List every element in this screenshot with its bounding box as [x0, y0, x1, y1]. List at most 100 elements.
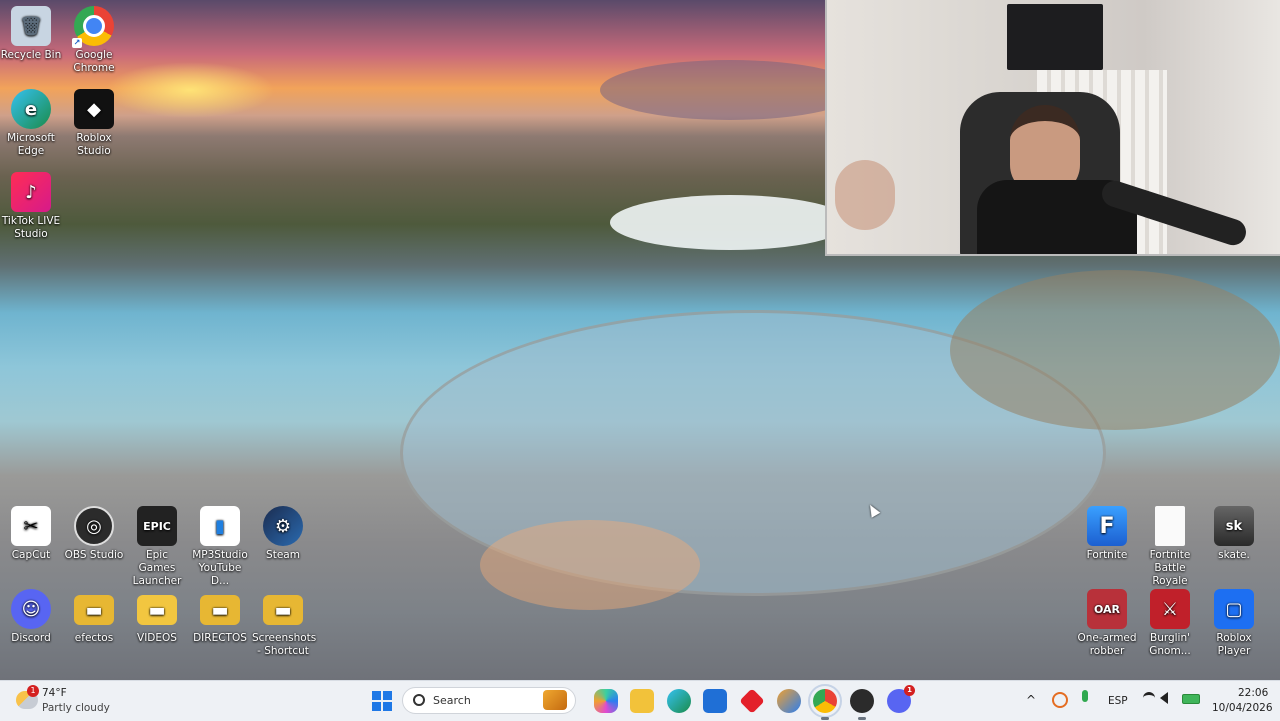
- widgets-icon: [543, 690, 567, 710]
- desktop-icon-google-chrome[interactable]: ↗ Google Chrome: [63, 6, 125, 75]
- tv-screen: [1007, 4, 1103, 70]
- icon-label: Epic Games Launcher: [132, 549, 182, 587]
- discord-icon: ☺: [11, 589, 51, 629]
- icon-label: Fortnite: [1086, 549, 1128, 561]
- search-icon: [413, 694, 425, 706]
- mp3studio-icon: ▮: [200, 506, 240, 546]
- desktop-icon-fortnite-battle-royale[interactable]: Fortnite Battle Royale: [1139, 506, 1201, 588]
- capcut-icon: ✂: [11, 506, 51, 546]
- file-icon: [1155, 506, 1185, 546]
- terrace-shape: [610, 195, 850, 250]
- icon-label: Discord: [11, 632, 51, 644]
- icon-label: CapCut: [11, 549, 51, 561]
- desktop-icon-capcut[interactable]: ✂ CapCut: [0, 506, 62, 562]
- wifi-icon[interactable]: [1143, 692, 1155, 703]
- desktop-icon-obs-studio[interactable]: ◎ OBS Studio: [63, 506, 125, 562]
- icon-label: DIRECTOS: [193, 632, 247, 644]
- desktop-icon-roblox-studio[interactable]: ◆ Roblox Studio: [63, 89, 125, 158]
- icon-label: VIDEOS: [137, 632, 177, 644]
- desktop-icon-roblox-player[interactable]: ▢ Roblox Player: [1203, 589, 1265, 658]
- discord-badge: 1: [904, 685, 915, 696]
- windows-logo-icon: [372, 691, 392, 711]
- icon-label: TikTok LIVE Studio: [1, 215, 61, 240]
- icon-label: Steam: [266, 549, 300, 561]
- icon-label: Recycle Bin: [0, 49, 62, 61]
- edge-icon: e: [11, 89, 51, 129]
- microsoft-store-button[interactable]: [703, 689, 727, 713]
- show-hidden-icons-button[interactable]: ^: [1026, 693, 1036, 707]
- icon-label: Burglin' Gnom...: [1149, 632, 1191, 657]
- desktop-icon-burglin-gnomes[interactable]: ⚔ Burglin' Gnom...: [1139, 589, 1201, 658]
- copilot-button[interactable]: [594, 689, 618, 713]
- desktop-icon-videos[interactable]: ▬ VIDEOS: [126, 589, 188, 645]
- desktop-icon-epic-games-launcher[interactable]: EPIC Epic Games Launcher: [126, 506, 188, 588]
- icon-label: Roblox Studio: [76, 132, 112, 157]
- icon-label: Roblox Player: [1216, 632, 1252, 657]
- desktop-icon-fortnite[interactable]: F Fortnite: [1076, 506, 1138, 562]
- weather-badge: 1: [27, 685, 39, 697]
- file-explorer-button[interactable]: [630, 689, 654, 713]
- webcam-overlay: [825, 0, 1280, 256]
- raised-hand: [835, 160, 895, 230]
- icon-label: Screenshots - Shortcut: [252, 632, 317, 657]
- desktop-icon-one-armed-robber[interactable]: OAR One-armed robber: [1076, 589, 1138, 658]
- taskbar: 1 74°F Partly cloudy Search 1 ^ ESP 22:0…: [0, 680, 1280, 721]
- mountain-shape: [600, 60, 860, 120]
- steam-icon: ⚙: [263, 506, 303, 546]
- discord-taskbar-button[interactable]: 1: [887, 685, 915, 713]
- icon-label: Fortnite Battle Royale: [1149, 549, 1191, 587]
- icon-label: One-armed robber: [1077, 632, 1137, 657]
- icon-label: Google Chrome: [73, 49, 115, 74]
- desktop-icon-efectos[interactable]: ▬ efectos: [63, 589, 125, 645]
- roblox-studio-icon: ◆: [74, 89, 114, 129]
- language-indicator[interactable]: ESP: [1108, 695, 1128, 707]
- desktop-icon-screenshots-shortcut[interactable]: ▬ Screenshots - Shortcut: [252, 589, 317, 658]
- desktop-icon-tiktok-live-studio[interactable]: ♪ TikTok LIVE Studio: [0, 172, 62, 241]
- one-armed-robber-icon: OAR: [1087, 589, 1127, 629]
- microphone-icon[interactable]: [1082, 690, 1088, 702]
- obs-taskbar-button[interactable]: [850, 689, 874, 713]
- folder-icon: ▬: [263, 595, 303, 625]
- icon-label: efectos: [74, 632, 114, 644]
- desktop-icon-recycle-bin[interactable]: 🗑 Recycle Bin: [0, 6, 62, 62]
- desktop-icon-mp3studio[interactable]: ▮ MP3Studio YouTube D...: [189, 506, 251, 588]
- skate-icon: sk: [1214, 506, 1254, 546]
- obs-icon: ◎: [74, 506, 114, 546]
- taskbar-search-box[interactable]: Search: [402, 687, 576, 714]
- fortnite-icon: F: [1087, 506, 1127, 546]
- sync-icon[interactable]: [1052, 692, 1068, 708]
- weather-widget[interactable]: 1 74°F Partly cloudy: [14, 685, 154, 717]
- edge-taskbar-button[interactable]: [667, 689, 691, 713]
- icon-label: Microsoft Edge: [7, 132, 55, 157]
- folder-icon: ▬: [200, 595, 240, 625]
- desktop-icon-steam[interactable]: ⚙ Steam: [252, 506, 314, 562]
- icon-label: MP3Studio YouTube D...: [192, 549, 248, 587]
- weather-temp: 74°F: [42, 687, 67, 699]
- onedrive-button[interactable]: [777, 689, 801, 713]
- desktop-icon-directos[interactable]: ▬ DIRECTOS: [189, 589, 251, 645]
- epic-games-icon: EPIC: [137, 506, 177, 546]
- weather-desc: Partly cloudy: [42, 702, 110, 714]
- icon-label: OBS Studio: [64, 549, 124, 561]
- tiktok-icon: ♪: [11, 172, 51, 212]
- clock-time[interactable]: 22:06: [1238, 687, 1268, 699]
- folder-icon: ▬: [137, 595, 177, 625]
- desktop-icon-discord[interactable]: ☺ Discord: [0, 589, 62, 645]
- recycle-bin-icon: 🗑: [11, 6, 51, 46]
- reflection-shape: [480, 520, 700, 610]
- start-button[interactable]: [370, 689, 394, 713]
- burglin-gnomes-icon: ⚔: [1150, 589, 1190, 629]
- desktop-icon-microsoft-edge[interactable]: e Microsoft Edge: [0, 89, 62, 158]
- clock-date[interactable]: 10/04/2026: [1212, 702, 1273, 714]
- icon-label: skate.: [1218, 549, 1250, 561]
- chrome-taskbar-button[interactable]: [808, 684, 842, 718]
- roblox-player-icon: ▢: [1214, 589, 1254, 629]
- chrome-icon: ↗: [72, 6, 114, 48]
- desktop-icon-skate[interactable]: sk skate.: [1203, 506, 1265, 562]
- shortcut-arrow-icon: ↗: [72, 38, 82, 48]
- folder-icon: ▬: [74, 595, 114, 625]
- search-placeholder: Search: [433, 694, 471, 707]
- battery-icon[interactable]: [1182, 694, 1200, 704]
- volume-icon[interactable]: [1160, 692, 1168, 704]
- red-app-button[interactable]: [739, 688, 765, 714]
